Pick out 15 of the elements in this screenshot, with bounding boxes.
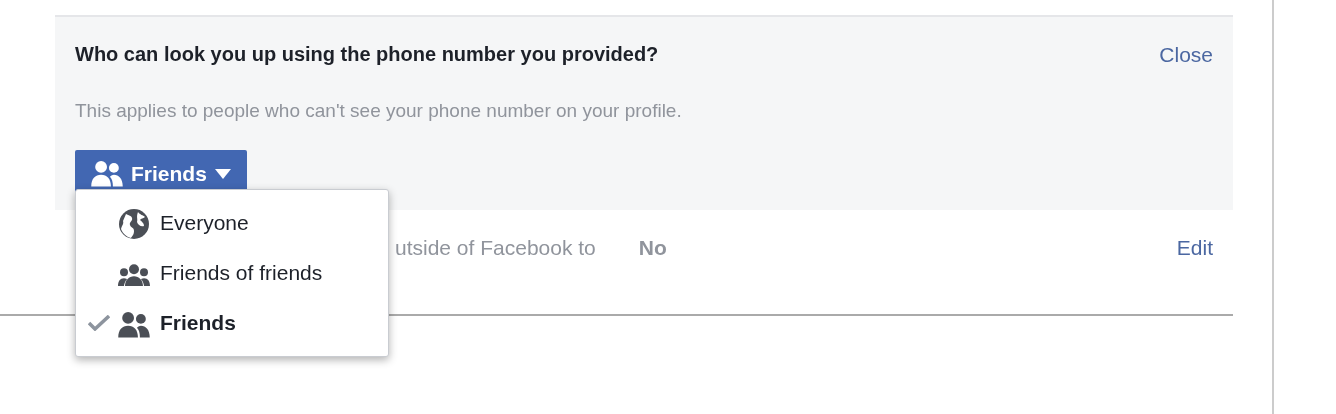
close-link[interactable]: Close xyxy=(1159,39,1213,71)
caret-icon xyxy=(214,168,231,179)
checkmark-icon xyxy=(88,315,110,331)
edit-link[interactable]: Edit xyxy=(1176,232,1213,264)
group-icon xyxy=(118,263,150,286)
description-text: This applies to people who can't see your phone number on your profile. xyxy=(75,98,683,123)
menu-item[interactable]: Friends of friends xyxy=(76,248,388,298)
question-heading: Who can look you up using the phone number you provided? xyxy=(75,42,659,67)
menu-item[interactable]: Everyone xyxy=(76,198,388,248)
friends-icon xyxy=(118,311,150,338)
globe-icon xyxy=(118,207,150,240)
friends-icon xyxy=(91,160,123,187)
setting-label: utside of Facebook to xyxy=(395,235,596,261)
menu-item[interactable]: Friends xyxy=(76,298,388,348)
setting-value: No xyxy=(638,235,667,261)
